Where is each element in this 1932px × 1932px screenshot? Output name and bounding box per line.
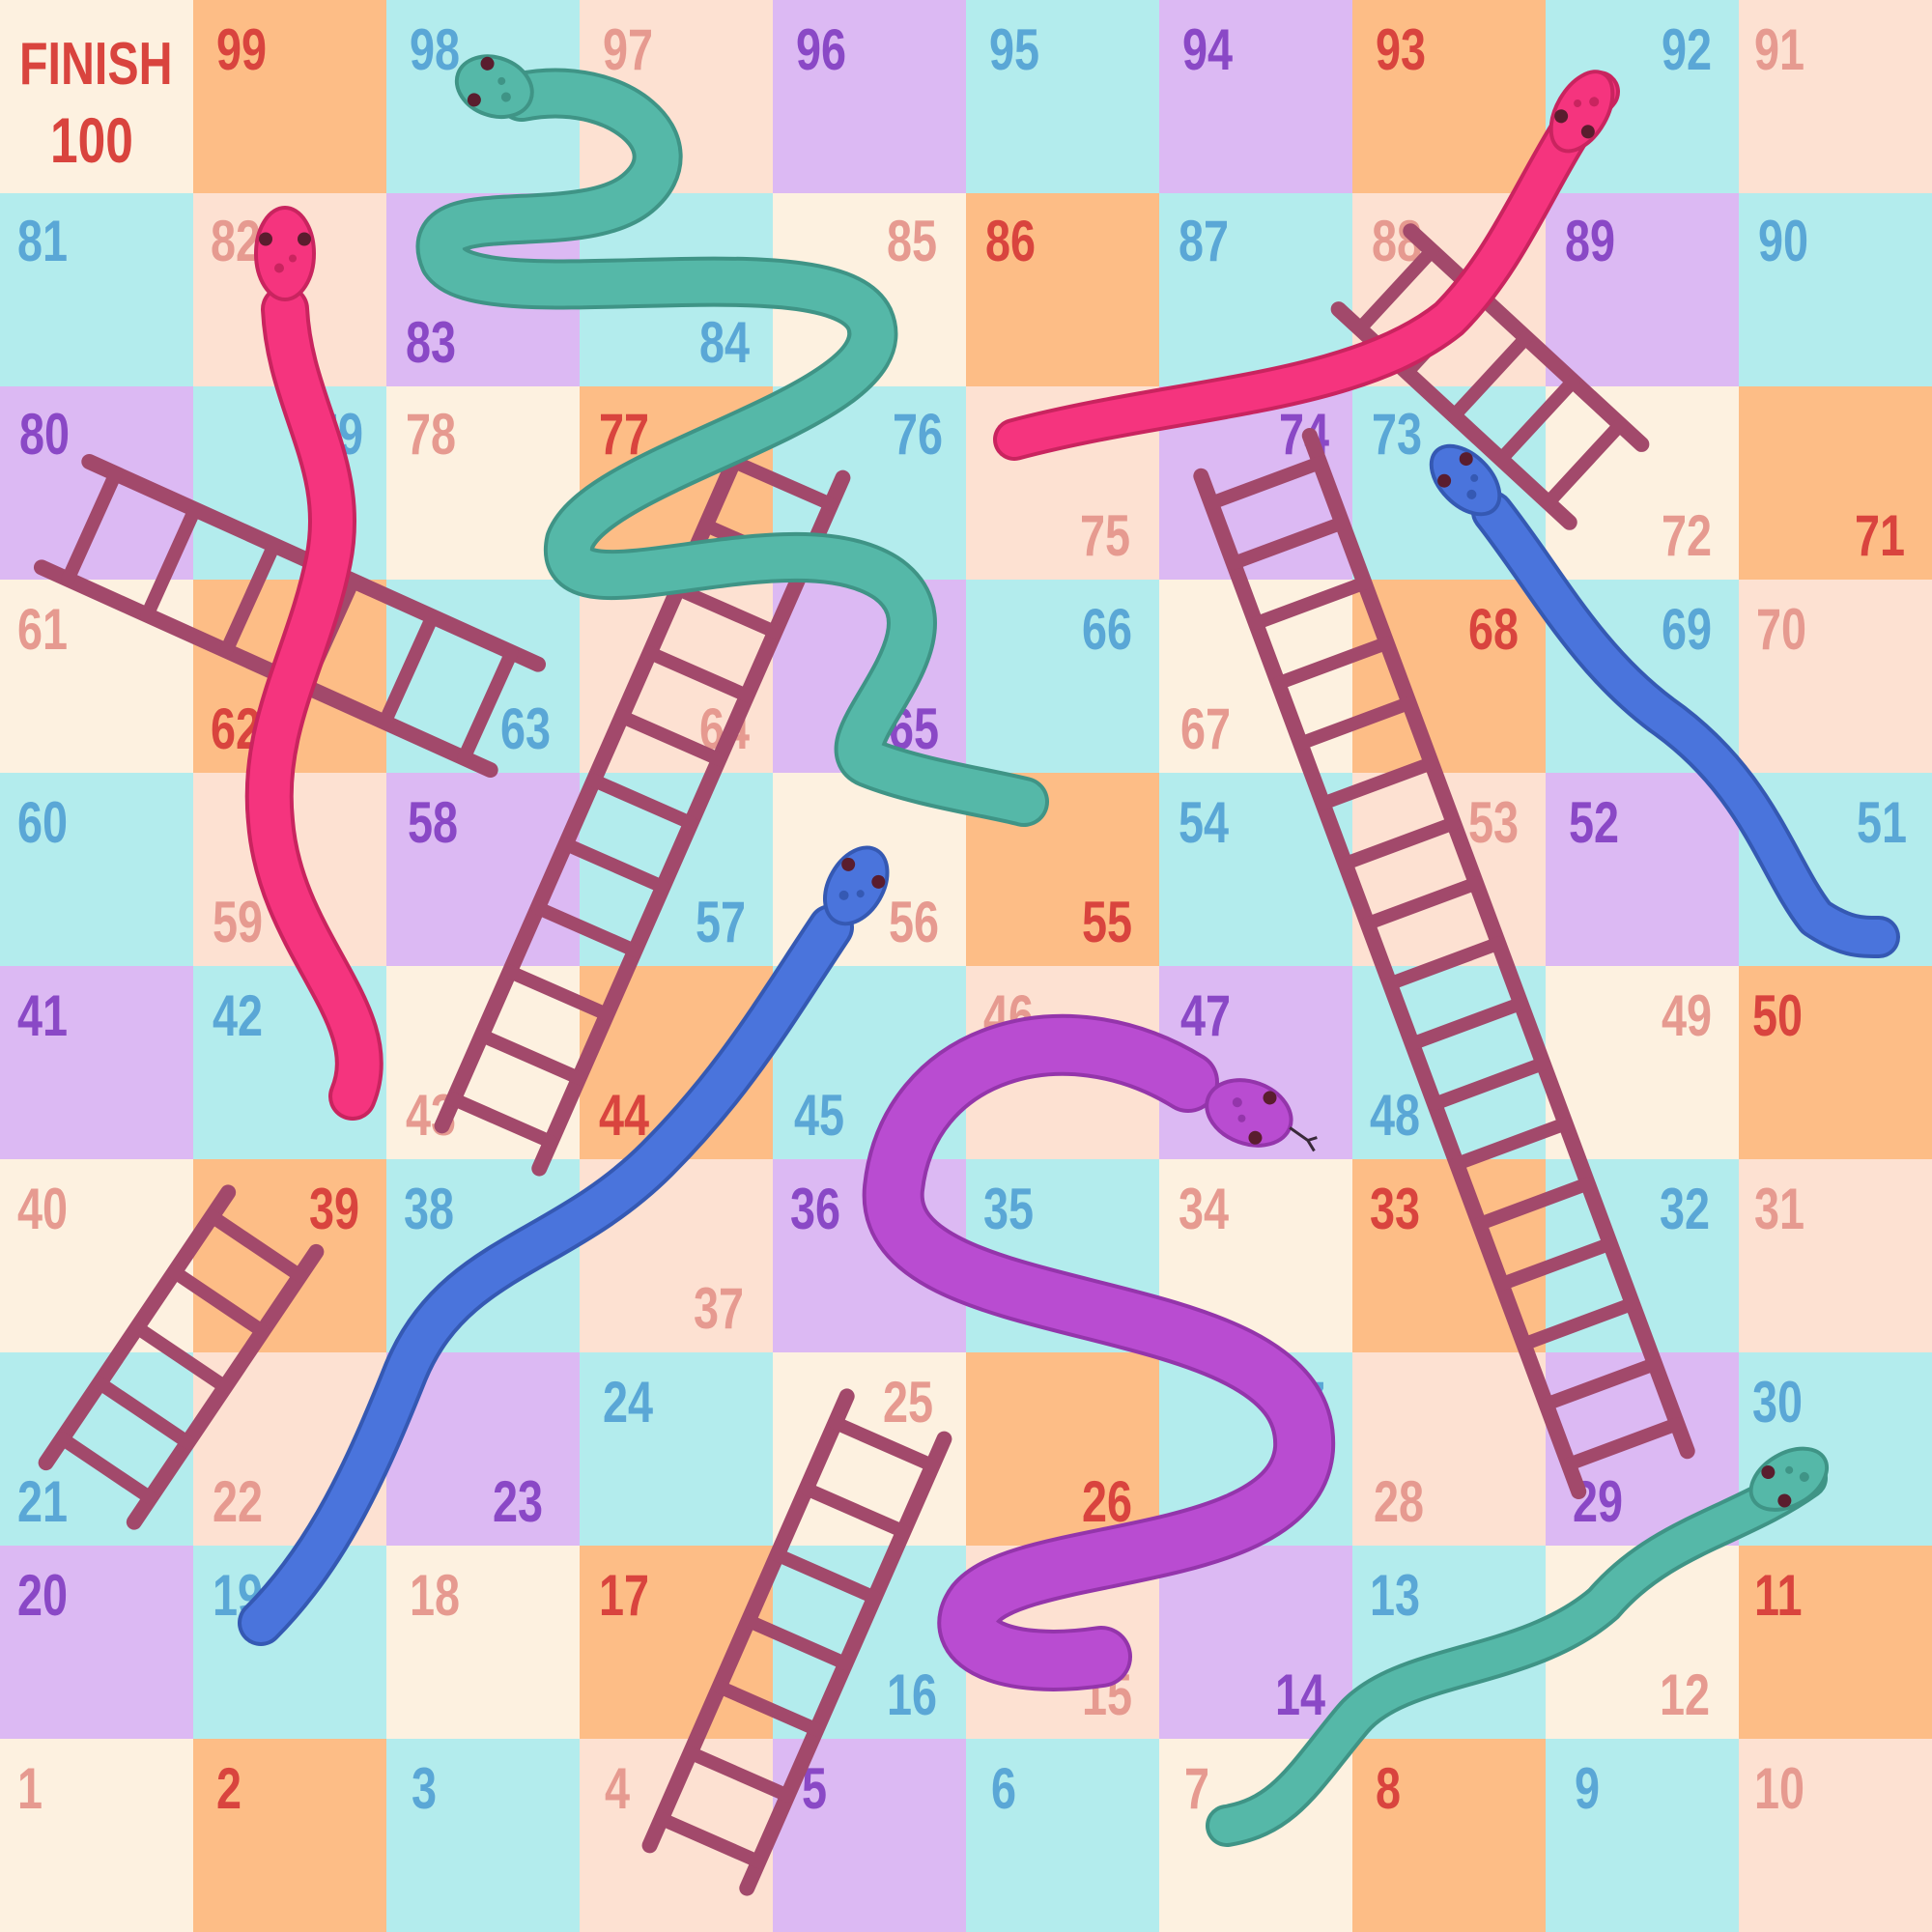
ladder-rung: [614, 709, 726, 767]
game-board: FINISH 100 99 98 97 96 95 94 93 92 91 81 82 83 84 85 86 8…: [0, 0, 1932, 1932]
ladder-rung: [378, 610, 440, 729]
snake-spot: [289, 254, 297, 263]
ladder-rung: [558, 837, 670, 895]
ladder-rung: [799, 1482, 911, 1539]
ladder-rung: [1382, 936, 1506, 991]
ladder-rung: [712, 1680, 824, 1737]
ladder-rung: [1293, 696, 1416, 751]
ladder-rung: [1561, 1417, 1685, 1471]
ladder-rung: [1447, 330, 1533, 423]
snake-spot: [274, 263, 284, 273]
snake-head: [254, 206, 316, 301]
ladder-rung: [457, 645, 519, 765]
ladder-rung: [446, 1092, 558, 1150]
ladder-rung: [1249, 576, 1372, 631]
snake-eye-icon: [298, 232, 311, 246]
snake-head-shape: [254, 206, 316, 301]
ladder-rung: [1539, 1356, 1662, 1411]
snake-body: [997, 74, 1616, 457]
ladder-rung: [1226, 516, 1350, 571]
ladder-long-right: [1193, 427, 1695, 1500]
ladder-rung: [1428, 1056, 1550, 1111]
ladder-rung: [1271, 636, 1394, 691]
ladder-rung: [683, 1746, 795, 1803]
ladder-rung: [1316, 756, 1438, 810]
ladder-rung: [1494, 1236, 1617, 1292]
ladder-rung: [1450, 1117, 1573, 1171]
ladder-rung: [1493, 374, 1580, 467]
pink-snake-top-right: [993, 70, 1620, 461]
ladder-rung: [1405, 996, 1528, 1051]
ladder-rung: [654, 1811, 766, 1869]
ladder-rung: [828, 1415, 940, 1473]
ladder-rung: [474, 1028, 586, 1086]
ladder-rung: [741, 1613, 853, 1671]
ladder-rung: [219, 538, 281, 658]
ladder-rung: [129, 1321, 233, 1394]
snake-body: [1209, 1461, 1824, 1843]
ladder-bottom-center: [641, 1388, 952, 1896]
ladder-left-short: [38, 1184, 325, 1530]
ladder-rung: [205, 1209, 307, 1283]
ladder-rung: [1541, 417, 1628, 510]
pink-snake-left: [244, 206, 384, 1121]
snakes-and-ladders-layer: [33, 54, 1900, 1896]
purple-snake: [862, 1013, 1336, 1691]
ladder-rung: [1517, 1296, 1639, 1351]
ladder-rung: [93, 1376, 195, 1450]
blue-snake-right: [1429, 443, 1900, 958]
ladder-rung: [1360, 876, 1484, 931]
ladder-rung: [586, 773, 698, 831]
ladder-rung: [140, 502, 202, 622]
ladder-rung: [1204, 456, 1327, 510]
ladder-rung: [502, 964, 614, 1022]
ladder-rung: [55, 1432, 157, 1505]
snake-body: [1475, 495, 1896, 954]
snake-eye-icon: [259, 232, 272, 246]
ladder-rung: [1472, 1177, 1595, 1232]
ladder-rung: [726, 454, 838, 512]
ladder-rung: [530, 900, 642, 958]
ladder-rung: [770, 1548, 882, 1605]
ladder-rung: [642, 645, 754, 703]
ladder-rung: [167, 1264, 270, 1339]
ladder-rung: [1338, 816, 1461, 871]
ladder-rung: [670, 582, 782, 639]
ladder-rung: [61, 467, 123, 586]
